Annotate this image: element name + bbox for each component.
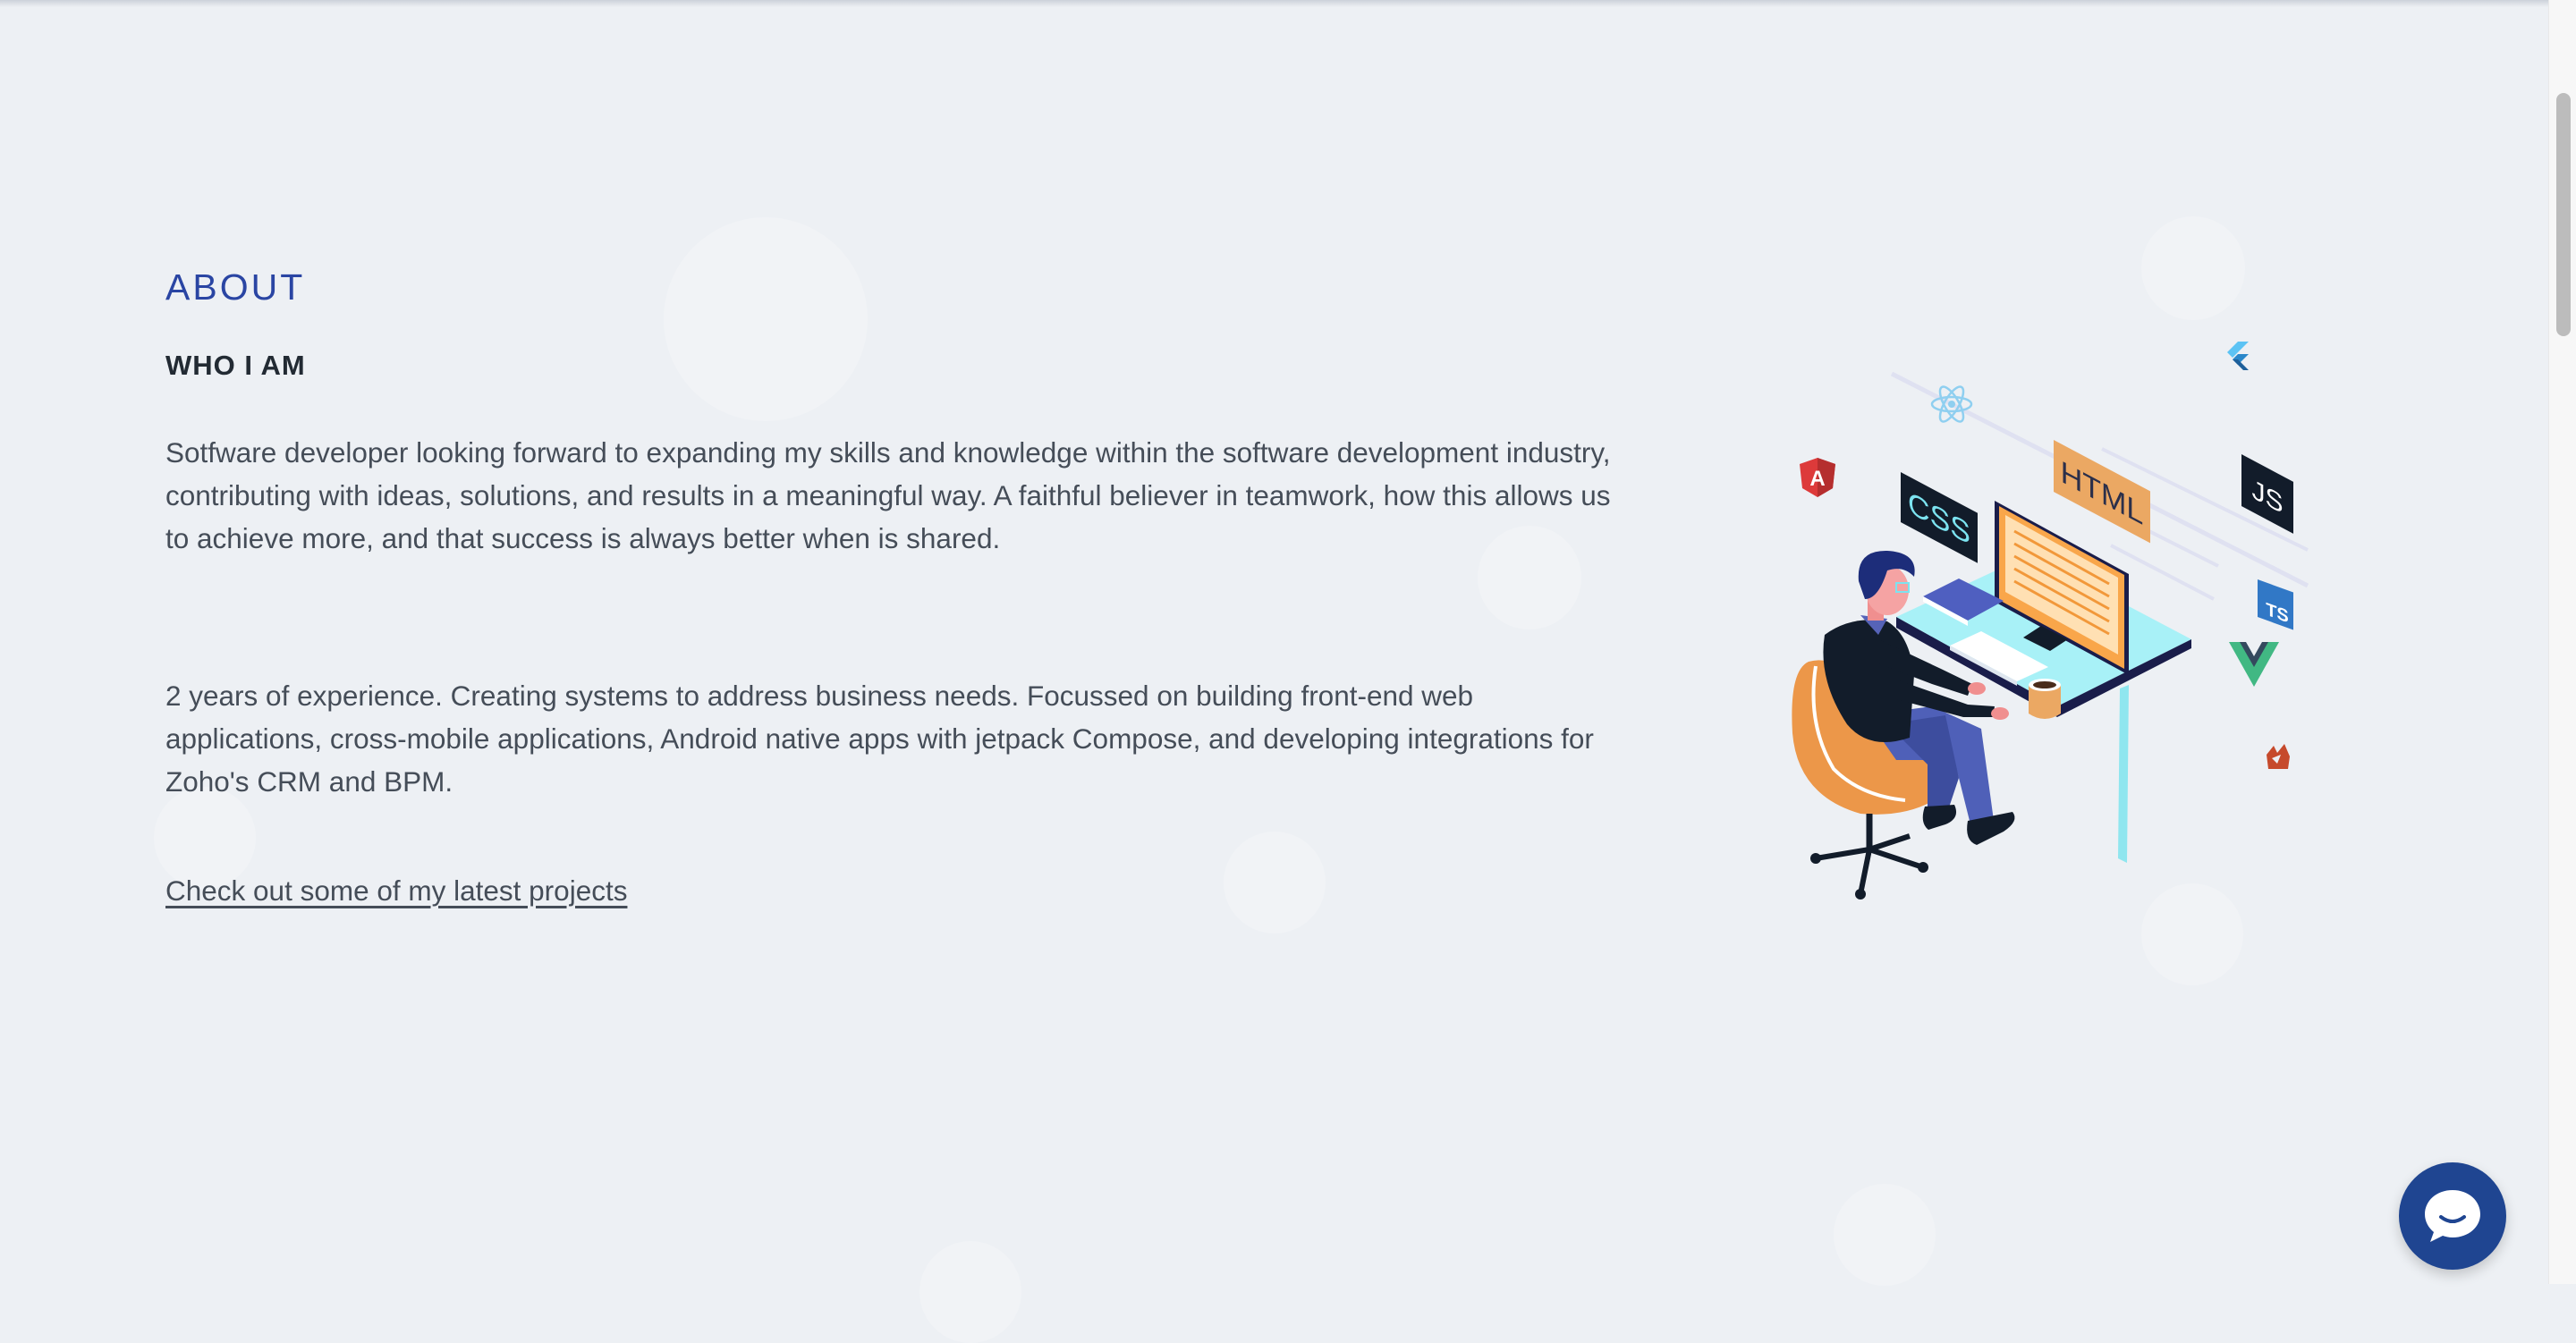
html-sign: HTML <box>2054 440 2150 544</box>
background-bubble <box>919 1241 1021 1343</box>
header-shadow <box>0 0 2549 7</box>
typescript-icon: TS <box>2258 579 2293 630</box>
about-paragraph-experience: 2 years of experience. Creating systems … <box>165 680 1594 798</box>
vertical-scrollbar[interactable] <box>2548 0 2576 1284</box>
about-section: ABOUT WHO I AM Sotfware developer lookin… <box>165 266 1614 907</box>
svg-text:A: A <box>1809 467 1825 491</box>
section-subtitle: WHO I AM <box>165 350 306 381</box>
scrollbar-thumb[interactable] <box>2556 93 2571 336</box>
react-icon <box>1930 385 1973 423</box>
background-bubble <box>2141 216 2245 320</box>
chat-bubble-icon <box>2425 1190 2480 1242</box>
flutter-icon <box>2227 342 2249 370</box>
background-bubble <box>664 217 868 421</box>
background-bubble <box>1834 1184 1936 1286</box>
coffee-cup <box>2029 679 2061 719</box>
chat-button[interactable] <box>2399 1162 2506 1270</box>
css-sign: CSS <box>1901 472 1978 563</box>
svg-text:HTML: HTML <box>2061 453 2144 532</box>
svelte-icon <box>2267 744 2290 769</box>
angular-icon: A <box>1800 458 1835 497</box>
latest-projects-link[interactable]: Check out some of my latest projects <box>165 874 627 908</box>
about-paragraph-summary: Sotfware developer looking forward to ex… <box>165 436 1611 554</box>
developer-illustration: A CSS HTML JS TS <box>1792 342 2309 900</box>
background-bubble <box>1224 832 1326 933</box>
vue-icon <box>2229 642 2279 687</box>
section-eyebrow: ABOUT <box>165 266 306 308</box>
